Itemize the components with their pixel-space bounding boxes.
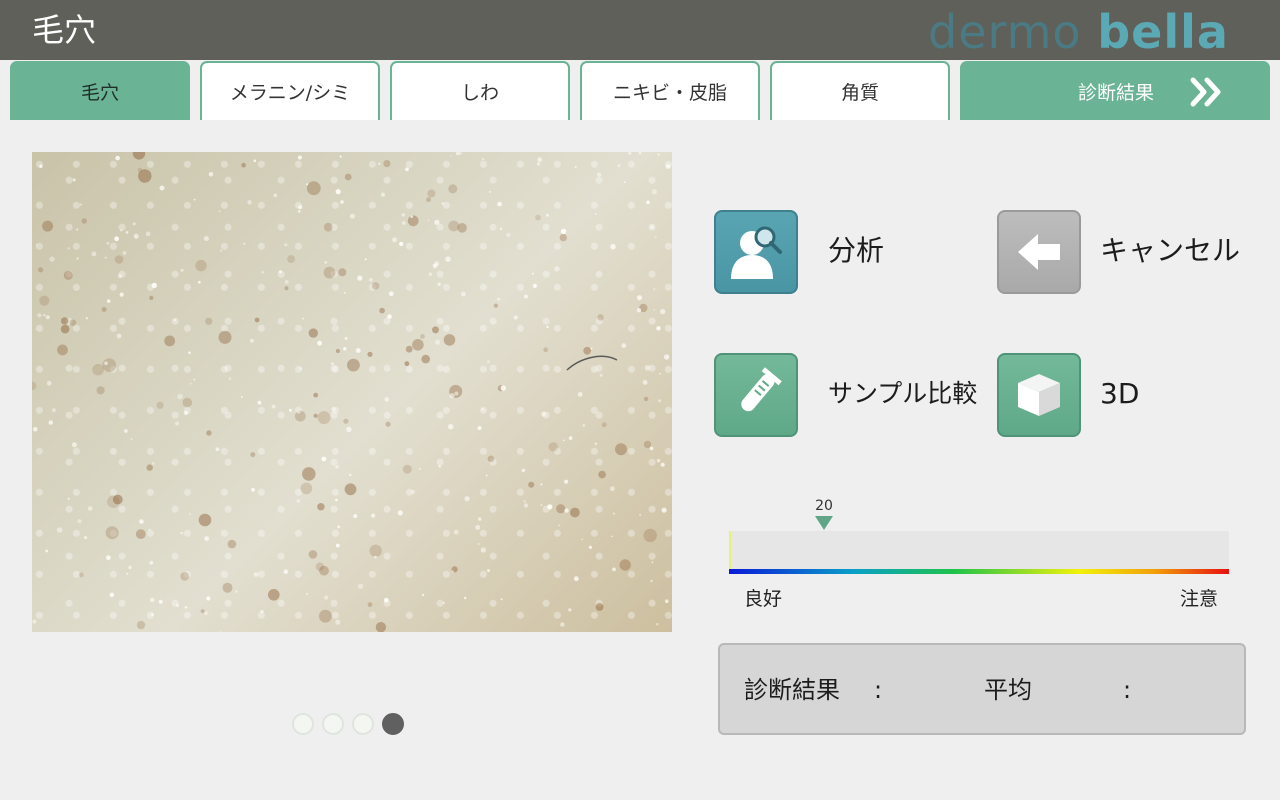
cancel-label[interactable]: キャンセル xyxy=(1100,231,1240,271)
gauge-good-label: 良好 xyxy=(744,588,783,610)
sample-compare-label[interactable]: サンプル比較 xyxy=(828,374,977,414)
gauge-fill xyxy=(729,531,731,571)
three-d-button[interactable] xyxy=(997,353,1081,437)
person-magnifier-icon xyxy=(731,226,782,279)
three-d-label[interactable]: 3D xyxy=(1100,374,1139,414)
logo-text-dermo: dermo xyxy=(928,5,1082,59)
diagnosis-colon: : xyxy=(874,676,883,704)
tab-pores[interactable]: 毛穴 xyxy=(10,61,190,120)
pager-dot-2[interactable] xyxy=(322,713,344,735)
average-colon: : xyxy=(1123,676,1132,704)
tab-acne-sebum[interactable]: ニキビ・皮脂 xyxy=(580,61,760,120)
tab-keratin[interactable]: 角質 xyxy=(770,61,950,120)
analyze-label[interactable]: 分析 xyxy=(828,231,884,271)
average-label: 平均 xyxy=(984,676,1032,704)
cube-icon xyxy=(1018,374,1060,416)
arrow-left-icon xyxy=(1018,234,1060,270)
tab-diagnosis-result[interactable]: 診断結果 xyxy=(960,61,1270,120)
page-title: 毛穴 xyxy=(32,11,97,49)
sample-compare-button[interactable] xyxy=(714,353,798,437)
gauge-color-scale xyxy=(729,569,1229,574)
cancel-button[interactable] xyxy=(997,210,1081,294)
top-bar: 毛穴 dermo bella xyxy=(0,0,1280,60)
test-tube-icon xyxy=(741,367,782,412)
pager-dot-3[interactable] xyxy=(352,713,374,735)
tab-wrinkles[interactable]: しわ xyxy=(390,61,570,120)
diagnosis-label: 診断結果 xyxy=(744,676,840,704)
image-pager xyxy=(292,713,404,735)
gauge-value: 20 xyxy=(815,498,833,514)
double-chevron-right-icon xyxy=(1190,77,1221,107)
skin-microscope-image xyxy=(32,152,672,632)
tab-melanin-spots[interactable]: メラニン/シミ xyxy=(200,61,380,120)
diagnosis-result-box: 診断結果 : 平均 : xyxy=(718,643,1246,735)
category-tabs: 毛穴 メラニン/シミ しわ ニキビ・皮脂 角質 診断結果 xyxy=(0,60,1280,120)
tab-diagnosis-result-label: 診断結果 xyxy=(1078,82,1155,104)
logo-text-bella: bella xyxy=(1097,5,1229,59)
dermo-bella-logo: dermo bella xyxy=(928,6,1229,58)
pager-dot-4[interactable] xyxy=(382,713,404,735)
analyze-button[interactable] xyxy=(714,210,798,294)
gauge-marker xyxy=(815,516,833,530)
skin-texture xyxy=(32,152,671,632)
pager-dot-1[interactable] xyxy=(292,713,314,735)
gauge-caution-label: 注意 xyxy=(1180,588,1219,610)
gauge-track xyxy=(729,531,1229,571)
